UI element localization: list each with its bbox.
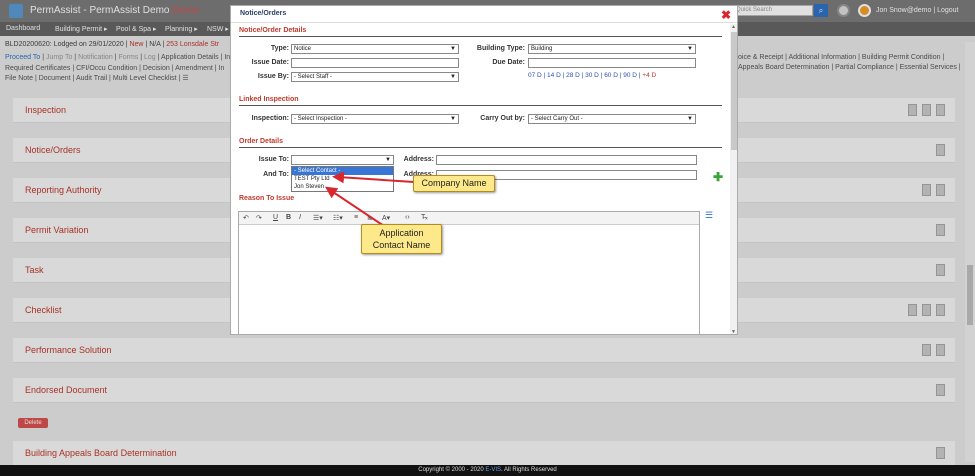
issue-by-label: Issue By: xyxy=(257,73,289,80)
linked-inspection-heading: Linked Inspection xyxy=(239,96,722,106)
notice-orders-modal: Notice/Orders ✖ ▲ ▼ Notice/Order Details… xyxy=(230,5,738,335)
modal-title: Notice/Orders xyxy=(240,10,287,17)
text-color-icon[interactable]: A▾ xyxy=(382,214,390,222)
contact-name-callout: Application Contact Name xyxy=(361,224,442,254)
carry-out-select[interactable]: - Select Carry Out - ▼ xyxy=(528,114,696,124)
inspection-label: Inspection: xyxy=(251,115,289,122)
align-center-icon[interactable]: ≣ xyxy=(367,214,373,222)
carry-out-label: Carry Out by: xyxy=(480,115,525,122)
days-90-link[interactable]: 90 D xyxy=(623,72,637,79)
chevron-down-icon: ▼ xyxy=(450,74,456,80)
days-28-link[interactable]: 28 D xyxy=(566,72,580,79)
issue-to-label: Issue To: xyxy=(258,156,289,163)
order-details-heading: Order Details xyxy=(239,138,722,148)
code-icon[interactable]: ‹› xyxy=(405,214,410,221)
redo-icon[interactable]: ↷ xyxy=(256,214,262,222)
due-day-shortcuts: 07 D | 14 D | 28 D | 30 D | 60 D | 90 D … xyxy=(528,72,657,79)
footer-brand-link[interactable]: E-VIS xyxy=(485,467,501,473)
italic-icon[interactable]: I xyxy=(299,214,301,221)
days-30-link[interactable]: 30 D xyxy=(585,72,599,79)
dropdown-option-company[interactable]: TEST Pty Ltd xyxy=(292,175,393,183)
address-input[interactable] xyxy=(436,155,697,165)
chevron-down-icon: ▼ xyxy=(450,116,456,122)
days-60-link[interactable]: 60 D xyxy=(604,72,618,79)
reason-editor[interactable]: ↶ ↷ U B I ☰▾ ☷▾ ≡ ≣ A▾ ‹› T̶ₓ xyxy=(238,211,700,334)
dropdown-option-contact[interactable]: Jon Steven xyxy=(292,183,393,191)
type-select[interactable]: Notice ▼ xyxy=(291,44,459,54)
due-date-label: Due Date: xyxy=(492,59,525,66)
issue-date-input[interactable] xyxy=(291,58,459,68)
chevron-down-icon: ▼ xyxy=(687,46,693,52)
building-type-label: Building Type: xyxy=(476,45,525,52)
scroll-up-icon[interactable]: ▲ xyxy=(731,24,736,30)
chevron-down-icon: ▼ xyxy=(450,46,456,52)
reason-to-issue-heading: Reason To Issue xyxy=(239,195,295,202)
list-icon[interactable]: ☰ xyxy=(705,210,713,221)
address-label: Address: xyxy=(403,156,434,163)
inspection-select[interactable]: - Select Inspection - ▼ xyxy=(291,114,459,124)
numbered-list-icon[interactable]: ☷▾ xyxy=(333,214,343,222)
dropdown-option-select-contact[interactable]: - Select Contact - xyxy=(292,167,393,175)
bold-icon[interactable]: B xyxy=(286,214,291,221)
chevron-down-icon: ▼ xyxy=(687,116,693,122)
and-to-label: And To: xyxy=(263,171,289,178)
clear-format-icon[interactable]: T̶ₓ xyxy=(421,214,428,221)
building-type-select[interactable]: Building ▼ xyxy=(528,44,696,54)
issue-to-dropdown-list[interactable]: - Select Contact - TEST Pty Ltd Jon Stev… xyxy=(291,166,394,192)
chevron-down-icon: ▼ xyxy=(385,157,391,163)
close-icon[interactable]: ✖ xyxy=(721,8,731,22)
editor-toolbar: ↶ ↷ U B I ☰▾ ☷▾ ≡ ≣ A▾ ‹› T̶ₓ xyxy=(239,212,699,225)
underline-icon[interactable]: U xyxy=(273,214,278,221)
type-label: Type: xyxy=(270,45,289,52)
notice-order-details-heading: Notice/Order Details xyxy=(239,27,722,37)
add-icon[interactable]: ✚ xyxy=(713,170,723,184)
days-14-link[interactable]: 14 D xyxy=(547,72,561,79)
modal-header: Notice/Orders ✖ xyxy=(231,6,737,23)
footer: Copyright © 2000 - 2020 E-VIS. All Right… xyxy=(0,465,975,476)
issue-to-select[interactable]: ▼ xyxy=(291,155,394,165)
align-left-icon[interactable]: ≡ xyxy=(354,214,358,221)
bullet-list-icon[interactable]: ☰▾ xyxy=(313,214,323,222)
days-plus4-link[interactable]: +4 D xyxy=(642,72,656,79)
days-07-link[interactable]: 07 D xyxy=(528,72,542,79)
issue-date-label: Issue Date: xyxy=(251,59,289,66)
modal-scrollbar-thumb[interactable] xyxy=(731,32,737,150)
scroll-down-icon[interactable]: ▼ xyxy=(731,329,736,334)
modal-scrollbar[interactable]: ▲ ▼ xyxy=(730,24,737,334)
company-name-callout: Company Name xyxy=(413,175,495,192)
undo-icon[interactable]: ↶ xyxy=(243,214,249,222)
issue-by-select[interactable]: - Select Staff - ▼ xyxy=(291,72,459,82)
due-date-input[interactable] xyxy=(528,58,696,68)
